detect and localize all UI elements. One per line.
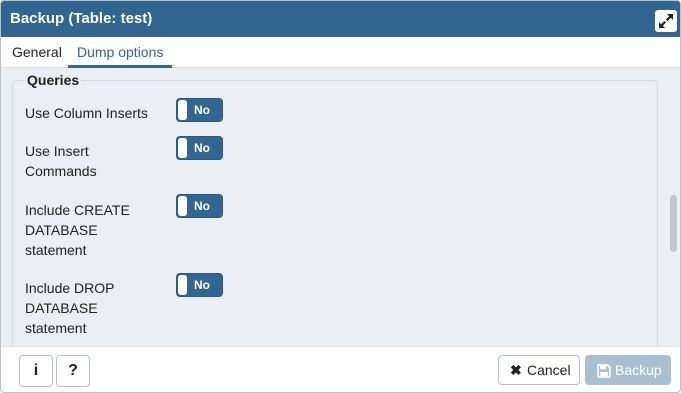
toggle-knob <box>178 100 187 120</box>
use-column-inserts-label: Use Column Inserts <box>25 105 148 121</box>
save-icon <box>597 364 611 378</box>
tab-bar: General Dump options <box>1 37 680 68</box>
info-icon: i <box>33 362 39 379</box>
queries-legend: Queries <box>25 72 82 88</box>
include-create-database-label: Include CREATE DATABASE statement <box>25 202 130 258</box>
use-column-inserts-toggle[interactable]: No <box>176 98 223 122</box>
dialog-footer: i ? ✖ Cancel Backup <box>1 346 680 392</box>
maximize-button[interactable] <box>655 10 677 32</box>
use-insert-commands-label: Use Insert Commands <box>25 143 97 179</box>
dialog-titlebar[interactable]: Backup (Table: test) <box>1 1 680 37</box>
toggle-value: No <box>194 141 210 155</box>
expand-arrows-icon <box>659 14 673 28</box>
backup-dialog: Backup (Table: test) General Dump option… <box>0 0 681 393</box>
backup-button[interactable]: Backup <box>585 355 671 385</box>
use-insert-commands-toggle[interactable]: No <box>176 136 223 160</box>
cancel-label: Cancel <box>527 362 571 378</box>
include-create-database-toggle[interactable]: No <box>176 194 223 218</box>
scrollbar-thumb[interactable] <box>670 195 677 252</box>
close-icon: ✖ <box>510 362 522 378</box>
dump-options-panel: Queries Use Column Inserts No Use Insert… <box>1 68 680 346</box>
toggle-value: No <box>194 278 210 292</box>
include-drop-database-label: Include DROP DATABASE statement <box>25 280 115 336</box>
cancel-button[interactable]: ✖ Cancel <box>498 355 580 385</box>
backup-label: Backup <box>615 362 662 378</box>
dialog-title: Backup (Table: test) <box>10 10 153 27</box>
toggle-knob <box>178 138 187 158</box>
tab-dump-options[interactable]: Dump options <box>77 44 163 60</box>
help-button[interactable]: ? <box>56 355 90 387</box>
tab-general[interactable]: General <box>12 44 62 60</box>
toggle-value: No <box>194 103 210 117</box>
toggle-knob <box>178 275 187 295</box>
include-drop-database-toggle[interactable]: No <box>176 273 223 297</box>
toggle-knob <box>178 196 187 216</box>
help-icon: ? <box>68 362 78 379</box>
info-button[interactable]: i <box>19 355 53 387</box>
toggle-value: No <box>194 199 210 213</box>
